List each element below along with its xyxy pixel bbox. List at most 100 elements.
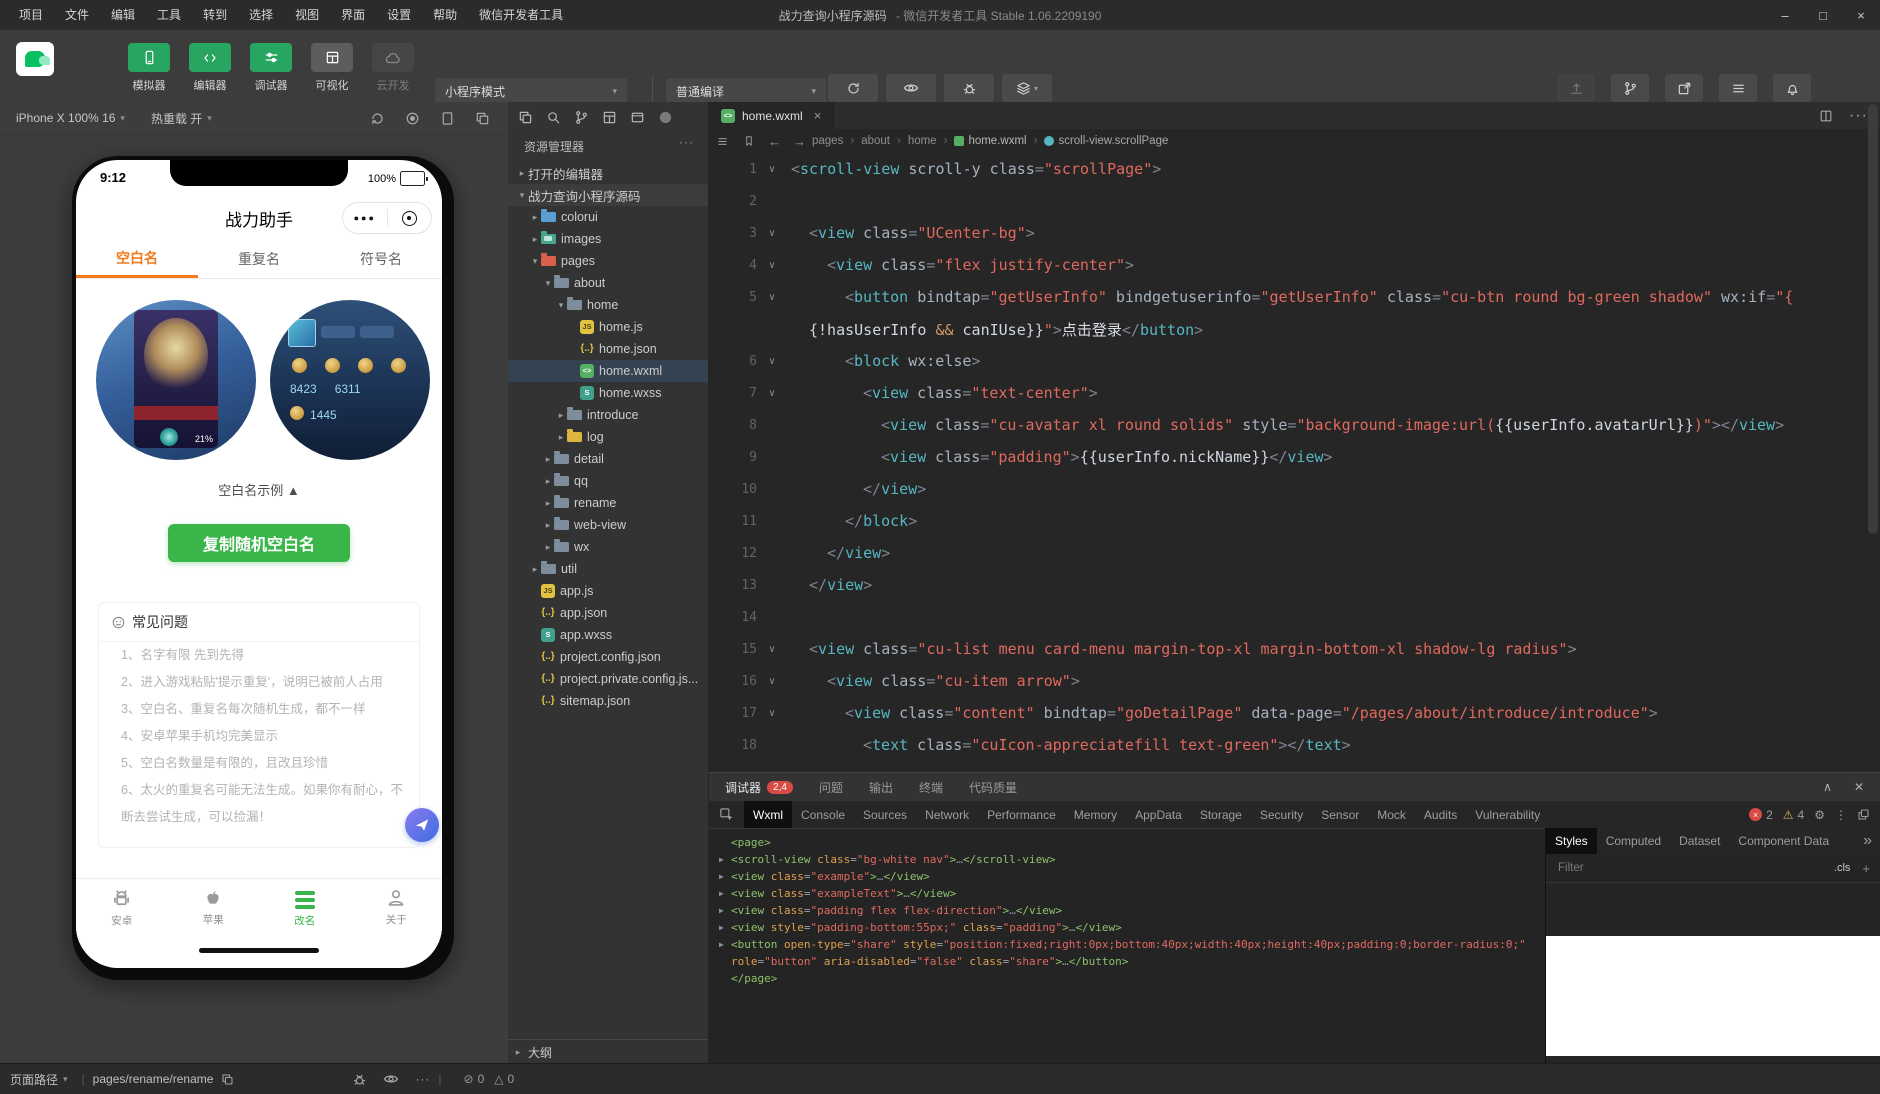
copy-path-icon[interactable] (221, 1073, 234, 1086)
code-line[interactable]: 11</block> (709, 505, 1880, 537)
close-panel-icon[interactable]: ✕ (1854, 780, 1864, 794)
copy-random-name-button[interactable]: 复制随机空白名 (168, 524, 350, 562)
menubar-item[interactable]: 选择 (238, 0, 284, 30)
breadcrumb-item-file[interactable]: home.wxml (968, 135, 1026, 147)
menubar-item[interactable]: 设置 (376, 0, 422, 30)
menubar-item[interactable]: 帮助 (422, 0, 468, 30)
tree-item-home.wxss[interactable]: Shome.wxss (508, 382, 708, 404)
editor-scrollbar[interactable] (1868, 104, 1878, 534)
expand-arrow-icon[interactable]: ▶ (719, 889, 731, 898)
more-actions-icon[interactable]: ··· (415, 1072, 430, 1086)
tree-item-log[interactable]: ▸log (508, 426, 708, 448)
split-editor-icon[interactable] (1819, 109, 1833, 123)
forward-icon[interactable]: → (793, 134, 806, 149)
toolbar-cloud-button[interactable]: 云开发 (370, 43, 416, 93)
maximize-button[interactable]: □ (1804, 0, 1842, 30)
tree-item-web-view[interactable]: ▸web-view (508, 514, 708, 536)
devtools-tab-console[interactable]: Console (792, 801, 854, 828)
more-actions-icon[interactable]: ··· (1849, 107, 1868, 125)
code-line[interactable]: 4∨<view class="flex justify-center"> (709, 249, 1880, 281)
devtools-tab-audits[interactable]: Audits (1415, 801, 1466, 828)
menubar-item[interactable]: 微信开发者工具 (468, 0, 574, 30)
example-image-profile[interactable]: 84236311 1445 (270, 300, 430, 460)
fold-chevron-icon[interactable]: ∨ (757, 644, 787, 655)
tree-item-images[interactable]: ▸images (508, 228, 708, 250)
fold-chevron-icon[interactable]: ∨ (757, 356, 787, 367)
cls-button[interactable]: .cls (1834, 862, 1851, 874)
debugger-tab-问题[interactable]: 问题 (819, 779, 843, 796)
tree-item-pages[interactable]: ▾pages (508, 250, 708, 272)
menubar-item[interactable]: 项目 (8, 0, 54, 30)
code-line[interactable]: 12</view> (709, 537, 1880, 569)
tree-item-detail[interactable]: ▸detail (508, 448, 708, 470)
problem-counts[interactable]: ⊘0 △0 (464, 1072, 515, 1086)
inspect-element-icon[interactable] (719, 807, 734, 822)
tabbar-item-关于[interactable]: 关于 (351, 879, 443, 943)
breadcrumb-item-node[interactable]: scroll-view.scrollPage (1058, 135, 1168, 147)
side-tab-computed[interactable]: Computed (1597, 828, 1670, 854)
search-icon[interactable] (546, 110, 561, 125)
dock-icon[interactable] (1857, 808, 1870, 821)
tab-空白名[interactable]: 空白名 (76, 240, 198, 278)
code-line[interactable]: 3∨<view class="UCenter-bg"> (709, 217, 1880, 249)
filter-input[interactable]: Filter (1546, 862, 1584, 874)
fold-chevron-icon[interactable]: ∨ (757, 676, 787, 687)
share-float-button[interactable] (405, 808, 439, 842)
expand-arrow-icon[interactable]: ▶ (719, 872, 731, 881)
home-indicator[interactable] (199, 948, 319, 953)
toolbar-tune-button[interactable]: 调试器 (248, 43, 294, 93)
wxml-node[interactable]: ▶<button open-type="share" style="positi… (709, 936, 1545, 953)
tree-item-project.private.config.js...[interactable]: {..}project.private.config.js... (508, 668, 708, 690)
toolbar-phone-button[interactable]: 模拟器 (126, 43, 172, 93)
fold-chevron-icon[interactable]: ∨ (757, 708, 787, 719)
code-line[interactable]: 5∨<button bindtap="getUserInfo" bindgetu… (709, 281, 1880, 313)
add-style-icon[interactable]: + (1850, 861, 1880, 876)
minimize-button[interactable]: – (1766, 0, 1804, 30)
tabbar-item-苹果[interactable]: 苹果 (168, 879, 260, 943)
tree-item-打开的编辑器[interactable]: ▸打开的编辑器 (508, 162, 708, 184)
expand-arrow-icon[interactable]: ▶ (719, 940, 731, 949)
debugger-tab-输出[interactable]: 输出 (869, 779, 893, 796)
tab-home-wxml[interactable]: <> home.wxml × (709, 102, 834, 129)
wxml-node[interactable]: ▶<view class="padding flex flex-directio… (709, 902, 1545, 919)
fold-chevron-icon[interactable]: ∨ (757, 292, 787, 303)
code-line[interactable]: 9<view class="padding">{{userInfo.nickNa… (709, 441, 1880, 473)
code-line[interactable]: 15∨<view class="cu-list menu card-menu m… (709, 633, 1880, 665)
account-icon[interactable] (658, 110, 673, 125)
wxml-inspector[interactable]: <page>▶<scroll-view class="bg-white nav"… (709, 828, 1545, 1064)
window-icon[interactable] (630, 110, 645, 125)
explorer-more-icon[interactable]: ··· (679, 135, 694, 149)
devtools-tab-sources[interactable]: Sources (854, 801, 916, 828)
rotate-icon[interactable] (370, 111, 385, 126)
devtools-tab-storage[interactable]: Storage (1191, 801, 1251, 828)
fold-chevron-icon[interactable]: ∨ (757, 388, 787, 399)
code-line[interactable]: 18<text class="cuIcon-appreciatefill tex… (709, 729, 1880, 761)
tree-item-app.wxss[interactable]: Sapp.wxss (508, 624, 708, 646)
device-selector[interactable]: iPhone X 100% 16 (16, 111, 115, 125)
settings-gear-icon[interactable]: ⚙ (1814, 808, 1825, 822)
tree-item-战力查询小程序源码[interactable]: ▾战力查询小程序源码 (508, 184, 708, 206)
code-line[interactable]: 16∨<view class="cu-item arrow"> (709, 665, 1880, 697)
code-line[interactable]: {!hasUserInfo && canIUse}}">点击登录</button… (709, 313, 1880, 345)
tree-item-colorui[interactable]: ▸colorui (508, 206, 708, 228)
debugger-tab-终端[interactable]: 终端 (919, 779, 943, 796)
menubar-item[interactable]: 工具 (146, 0, 192, 30)
breadcrumb-item-home[interactable]: home (908, 135, 937, 147)
breadcrumb-item-about[interactable]: about (861, 135, 890, 147)
expand-arrow-icon[interactable]: ▶ (719, 923, 731, 932)
eye-icon[interactable] (383, 1071, 399, 1087)
tree-item-wx[interactable]: ▸wx (508, 536, 708, 558)
debugger-tab-调试器[interactable]: 调试器2,4 (725, 779, 793, 796)
files-icon[interactable] (518, 110, 533, 125)
wxml-node[interactable]: <page> (709, 834, 1545, 851)
code-line[interactable]: 6∨<block wx:else> (709, 345, 1880, 377)
tab-符号名[interactable]: 符号名 (320, 240, 442, 278)
expand-arrow-icon[interactable]: ▶ (719, 906, 731, 915)
debugger-tab-代码质量[interactable]: 代码质量 (969, 779, 1017, 796)
devtools-tab-vulnerability[interactable]: Vulnerability (1466, 801, 1549, 828)
back-icon[interactable]: ← (768, 134, 781, 149)
tree-item-home.js[interactable]: JShome.js (508, 316, 708, 338)
devtools-tab-wxml[interactable]: Wxml (744, 801, 792, 828)
capsule-menu[interactable]: ●●● (342, 202, 432, 234)
fold-chevron-icon[interactable]: ∨ (757, 228, 787, 239)
